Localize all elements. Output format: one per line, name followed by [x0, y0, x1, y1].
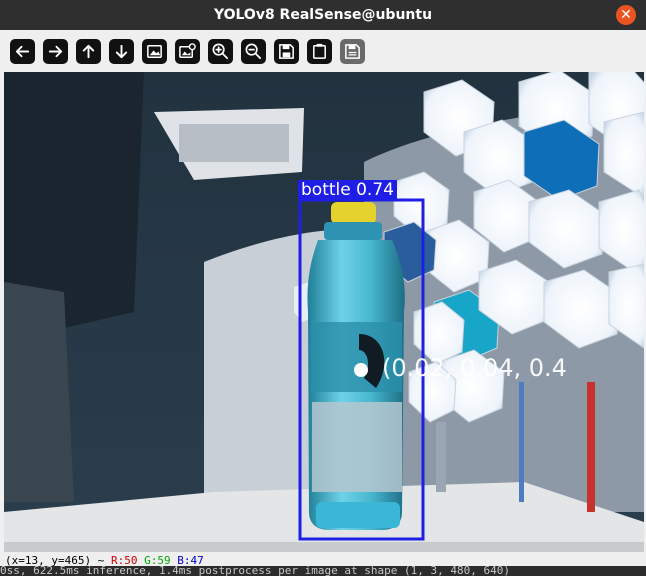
close-icon: ✕ — [620, 7, 632, 23]
camera-scene — [4, 72, 644, 552]
coordinate-overlay: (0.02, 0.04, 0.4 — [382, 354, 567, 382]
app-window: YOLOv8 RealSense@ubuntu ✕ bottle 0.74 (0… — [0, 0, 646, 576]
zoom-original-button[interactable] — [175, 39, 200, 64]
pan-left-button[interactable] — [10, 39, 35, 64]
pan-right-button[interactable] — [43, 39, 68, 64]
toolbar — [0, 30, 646, 72]
window-title: YOLOv8 RealSense@ubuntu — [213, 7, 433, 23]
detection-label: bottle 0.74 — [298, 180, 397, 200]
center-point — [354, 363, 368, 377]
pan-right-icon — [48, 45, 63, 58]
terminal-output: 0ss, 622.5ms inference, 1.4ms postproces… — [0, 566, 646, 576]
title-bar: YOLOv8 RealSense@ubuntu ✕ — [0, 0, 646, 30]
zoom-out-icon — [245, 43, 262, 60]
red-pole — [587, 382, 595, 512]
properties-icon — [313, 43, 326, 59]
close-button[interactable]: ✕ — [616, 5, 636, 25]
pan-down-button[interactable] — [109, 39, 134, 64]
zoom-out-button[interactable] — [241, 39, 266, 64]
pan-left-icon — [15, 45, 30, 58]
save-button[interactable] — [274, 39, 299, 64]
pan-up-button[interactable] — [76, 39, 101, 64]
small-bottle — [436, 422, 446, 492]
zoom-in-button[interactable] — [208, 39, 233, 64]
pan-down-icon — [115, 44, 128, 59]
save-icon — [279, 44, 294, 59]
zoom-fit-icon — [147, 45, 162, 58]
overlay-button[interactable] — [340, 39, 365, 64]
zoom-fit-button[interactable] — [142, 39, 167, 64]
pan-up-icon — [82, 44, 95, 59]
cabinet — [4, 282, 74, 502]
table-edge — [4, 542, 644, 552]
properties-button[interactable] — [307, 39, 332, 64]
zoom-in-icon — [212, 43, 229, 60]
blue-pole — [519, 382, 524, 502]
overlay-icon — [345, 44, 360, 59]
air-conditioner-vent — [179, 124, 289, 162]
zoom-original-icon — [179, 43, 196, 58]
camera-image[interactable]: bottle 0.74 (0.02, 0.04, 0.4 — [4, 72, 644, 552]
